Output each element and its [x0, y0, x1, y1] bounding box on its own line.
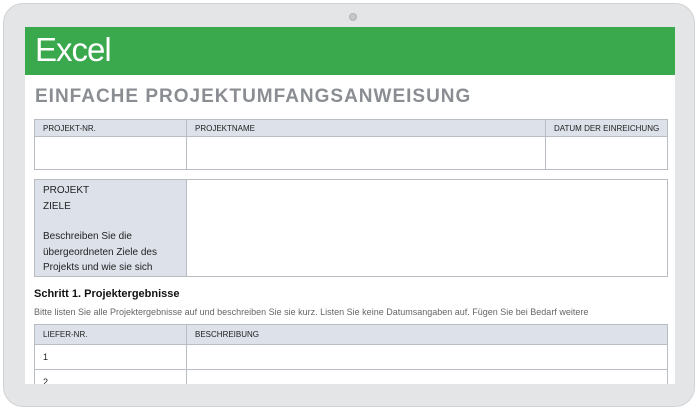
- goals-content-cell[interactable]: [186, 179, 668, 277]
- goals-instruction-line1: Beschreiben Sie die: [43, 231, 132, 242]
- goals-instruction-line3: Projekts und wie sie sich: [43, 262, 153, 273]
- document-title: EINFACHE PROJEKTUMFANGSANWEISUNG: [35, 86, 472, 107]
- project-name-cell[interactable]: [186, 136, 546, 170]
- camera-icon: [349, 13, 357, 21]
- deliverables-table: LIEFER-NR. BESCHREIBUNG 1 2: [34, 324, 668, 384]
- project-no-cell[interactable]: [34, 136, 187, 170]
- delivery-no-cell[interactable]: 2: [34, 369, 187, 384]
- description-cell[interactable]: [186, 369, 668, 384]
- excel-banner: Excel: [25, 27, 675, 75]
- goals-label-line1: PROJEKT: [43, 185, 90, 196]
- step1-title: Schritt 1. Projektergebnisse: [34, 288, 180, 300]
- column-header-submission-date: DATUM DER EINREICHUNG: [545, 119, 668, 137]
- table-row: 1: [34, 344, 668, 370]
- project-info-table: PROJEKT-NR. PROJEKTNAME DATUM DER EINREI…: [34, 119, 668, 170]
- goals-label-line2: ZIELE: [43, 200, 71, 212]
- column-header-project-no: PROJEKT-NR.: [34, 119, 187, 137]
- project-goals-table: PROJEKT ZIELE Beschreiben Sie die überge…: [34, 179, 668, 277]
- goals-instruction-line2: übergeordneten Ziele des: [43, 246, 157, 258]
- column-header-project-name: PROJEKTNAME: [186, 119, 546, 137]
- submission-date-cell[interactable]: [545, 136, 668, 170]
- delivery-no-cell[interactable]: 1: [34, 344, 187, 370]
- step1-description: Bitte listen Sie alle Projektergebnisse …: [34, 307, 589, 317]
- table-row: 2: [34, 369, 668, 384]
- goals-label-cell[interactable]: PROJEKT ZIELE Beschreiben Sie die überge…: [34, 179, 187, 277]
- description-cell[interactable]: [186, 344, 668, 370]
- spreadsheet-screen: Excel EINFACHE PROJEKTUMFANGSANWEISUNG P…: [25, 27, 675, 384]
- column-header-delivery-no: LIEFER-NR.: [34, 324, 187, 345]
- column-header-description: BESCHREIBUNG: [186, 324, 668, 345]
- excel-logo-text: Excel: [35, 31, 112, 68]
